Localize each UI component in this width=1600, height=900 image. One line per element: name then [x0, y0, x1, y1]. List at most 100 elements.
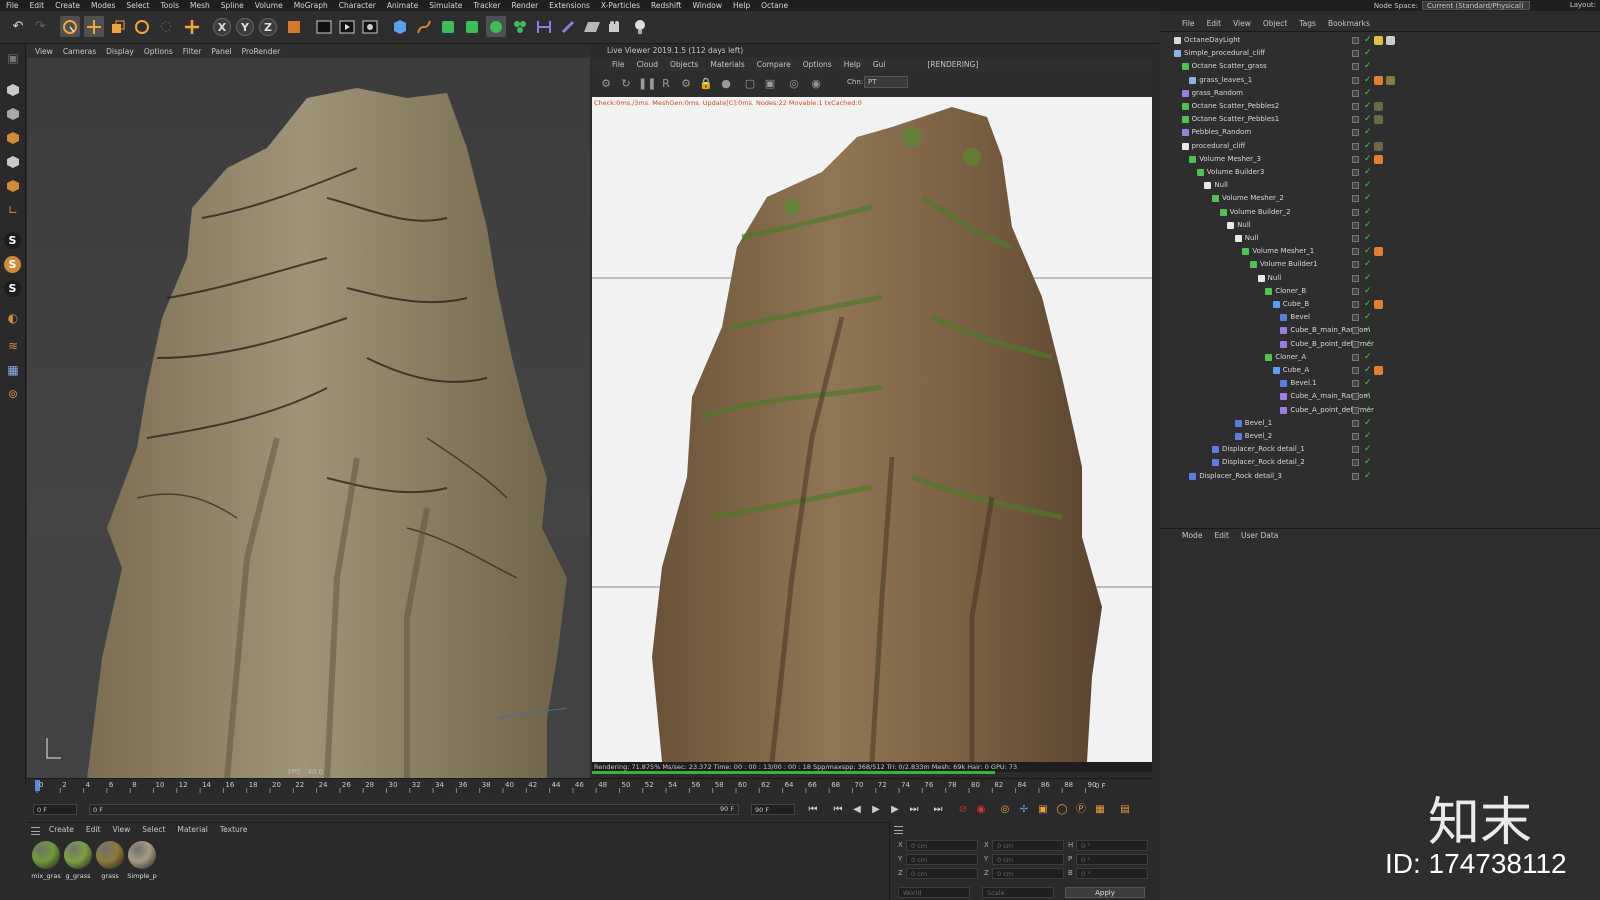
menu-tools[interactable]: Tools: [161, 1, 179, 10]
film-region-icon[interactable]: ▣: [762, 77, 778, 91]
layer-visibility-toggle[interactable]: [1352, 208, 1359, 216]
workplane-mode-icon[interactable]: [3, 128, 23, 148]
layer-visibility-toggle[interactable]: [1352, 129, 1359, 137]
enabled-check-icon[interactable]: ✓: [1364, 245, 1372, 258]
attributes-menu-user-data[interactable]: User Data: [1241, 531, 1278, 540]
enabled-check-icon[interactable]: ✓: [1364, 60, 1372, 73]
layer-visibility-toggle[interactable]: [1352, 287, 1359, 295]
menu-redshift[interactable]: Redshift: [651, 1, 681, 10]
layer-visibility-toggle[interactable]: [1352, 459, 1359, 467]
menu-mesh[interactable]: Mesh: [190, 1, 210, 10]
menu-render[interactable]: Render: [511, 1, 538, 10]
enabled-check-icon[interactable]: ✓: [1364, 470, 1372, 483]
enabled-check-icon[interactable]: ✓: [1364, 179, 1372, 192]
enabled-check-icon[interactable]: ✓: [1364, 166, 1372, 179]
object-menu-view[interactable]: View: [1233, 19, 1251, 28]
layer-visibility-toggle[interactable]: [1352, 301, 1359, 308]
region-render-icon[interactable]: ▢: [742, 77, 758, 91]
coord-position-field[interactable]: 0 cm: [906, 840, 978, 851]
object-tag-icon[interactable]: [1374, 36, 1383, 45]
cube-object-icon[interactable]: [390, 16, 410, 37]
attributes-menu-edit[interactable]: Edit: [1214, 531, 1229, 540]
object-row[interactable]: Cloner_B ✓: [1160, 285, 1600, 298]
object-row[interactable]: Pebbles_Random ✓: [1160, 126, 1600, 139]
tweak-mode-icon[interactable]: ◐: [3, 308, 23, 328]
enabled-check-icon[interactable]: ✓: [1364, 338, 1372, 351]
enabled-check-icon[interactable]: ✓: [1364, 140, 1372, 153]
layer-visibility-toggle[interactable]: [1352, 50, 1359, 58]
render-picture-viewer-icon[interactable]: [337, 16, 357, 37]
rotation-key-icon[interactable]: ◯: [1056, 804, 1068, 816]
snap-icon-2[interactable]: S: [4, 256, 21, 273]
coord-mode-select[interactable]: World: [898, 887, 970, 898]
coord-panel-menu-icon[interactable]: [894, 826, 903, 834]
position-key-icon[interactable]: ✢: [1018, 804, 1030, 816]
field-icon[interactable]: [558, 16, 578, 37]
layer-visibility-toggle[interactable]: [1352, 446, 1359, 454]
pause-render-icon[interactable]: ❚❚: [638, 77, 656, 91]
object-row[interactable]: Volume Builder_2 ✓: [1160, 206, 1600, 219]
enabled-check-icon[interactable]: ✓: [1364, 47, 1372, 60]
object-row[interactable]: Cube_B ✓: [1160, 298, 1600, 311]
camera-object-icon[interactable]: [606, 16, 626, 37]
object-tag-icon[interactable]: [1374, 115, 1383, 125]
object-row[interactable]: Volume Mesher_2 ✓: [1160, 192, 1600, 205]
object-row[interactable]: Null ✓: [1160, 179, 1600, 192]
render-settings-icon[interactable]: [360, 16, 380, 37]
coord-size-field[interactable]: 0 cm: [992, 854, 1064, 865]
object-row[interactable]: Octane Scatter_Pebbles2 ✓: [1160, 100, 1600, 113]
points-mode-icon[interactable]: [3, 152, 23, 172]
make-editable-icon[interactable]: ▣: [3, 48, 23, 68]
resolution-icon[interactable]: R: [658, 77, 674, 91]
enabled-check-icon[interactable]: ✓: [1364, 258, 1372, 271]
material-menu-material[interactable]: Material: [177, 825, 207, 837]
object-tag-icon[interactable]: [1374, 247, 1383, 257]
rotate-tool-icon[interactable]: [132, 16, 152, 37]
enabled-check-icon[interactable]: ✓: [1364, 192, 1372, 205]
scale-key-icon[interactable]: ▣: [1037, 804, 1049, 816]
menu-mograph[interactable]: MoGraph: [294, 1, 328, 10]
enabled-check-icon[interactable]: ✓: [1364, 126, 1372, 139]
coord-size-select[interactable]: Scale: [982, 887, 1054, 898]
restart-render-icon[interactable]: ↻: [618, 77, 634, 91]
lock-workplane-icon[interactable]: ≋: [3, 336, 23, 356]
menu-simulate[interactable]: Simulate: [429, 1, 462, 10]
menu-extensions[interactable]: Extensions: [549, 1, 590, 10]
object-row[interactable]: Octane Scatter_Pebbles1 ✓: [1160, 113, 1600, 126]
start-frame-field[interactable]: 0 F: [33, 804, 77, 815]
object-row[interactable]: Displacer_Rock detail_1 ✓: [1160, 443, 1600, 456]
object-row[interactable]: Volume Builder3 ✓: [1160, 166, 1600, 179]
menu-modes[interactable]: Modes: [91, 1, 115, 10]
enabled-check-icon[interactable]: ✓: [1364, 430, 1372, 443]
perspective-viewport[interactable]: [27, 58, 590, 779]
enabled-check-icon[interactable]: ✓: [1364, 206, 1372, 219]
layer-visibility-toggle[interactable]: [1352, 472, 1359, 480]
material-menu-texture[interactable]: Texture: [220, 825, 247, 837]
object-menu-tags[interactable]: Tags: [1299, 19, 1316, 28]
live-viewer-render[interactable]: [592, 97, 1152, 762]
menu-animate[interactable]: Animate: [387, 1, 418, 10]
enabled-check-icon[interactable]: ✓: [1364, 324, 1372, 337]
enabled-check-icon[interactable]: ✓: [1364, 100, 1372, 113]
object-row[interactable]: Displacer_Rock detail_3 ✓: [1160, 470, 1600, 483]
move-tool-icon[interactable]: [84, 16, 104, 37]
add-object-icon[interactable]: [182, 16, 202, 37]
object-tag-icon[interactable]: [1386, 75, 1395, 85]
layout-label[interactable]: Layout:: [1570, 0, 1596, 11]
object-row[interactable]: procedural_cliff ✓: [1160, 140, 1600, 153]
recent-tools-icon[interactable]: ◌: [156, 16, 176, 37]
enabled-check-icon[interactable]: ✓: [1364, 74, 1372, 87]
layer-visibility-toggle[interactable]: [1352, 327, 1359, 335]
next-frame-icon[interactable]: ▶: [889, 804, 901, 816]
object-tag-icon[interactable]: [1374, 141, 1383, 151]
cloner-icon[interactable]: [486, 16, 506, 37]
object-manager-tree[interactable]: OctaneDayLight ✓ Simple_procedural_cliff ✓ O…: [1160, 31, 1600, 531]
layer-visibility-toggle[interactable]: [1352, 340, 1359, 348]
enabled-check-icon[interactable]: ✓: [1364, 87, 1372, 100]
live-viewer-menu-gui[interactable]: Gui: [873, 60, 886, 69]
solo-mode-icon[interactable]: ⊚: [3, 384, 23, 404]
node-space-select[interactable]: Current (Standard/Physical): [1422, 1, 1530, 10]
live-viewer-menu-file[interactable]: File: [612, 60, 625, 69]
enabled-check-icon[interactable]: ✓: [1364, 219, 1372, 232]
redo-icon[interactable]: ↷: [30, 16, 50, 37]
